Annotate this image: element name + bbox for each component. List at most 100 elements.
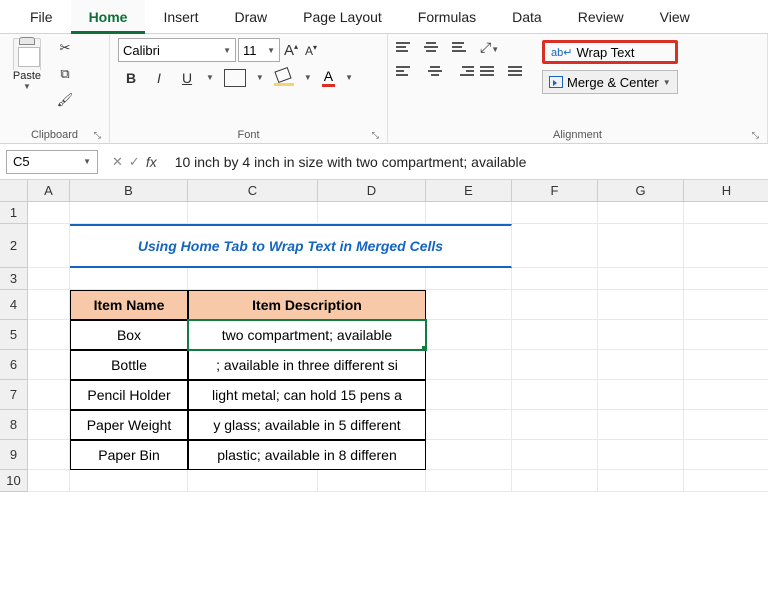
cell[interactable] bbox=[598, 224, 684, 268]
cell[interactable] bbox=[28, 320, 70, 350]
clipboard-launcher-icon[interactable]: ⤡ bbox=[94, 130, 101, 141]
row-header-10[interactable]: 10 bbox=[0, 470, 28, 492]
accept-formula-button[interactable]: ✓ bbox=[129, 154, 140, 170]
cell[interactable] bbox=[28, 470, 70, 492]
align-left-button[interactable] bbox=[396, 62, 418, 80]
merge-center-button[interactable]: Merge & Center ▼ bbox=[542, 70, 678, 94]
tab-page-layout[interactable]: Page Layout bbox=[285, 0, 400, 34]
cell[interactable] bbox=[512, 268, 598, 290]
column-header-G[interactable]: G bbox=[598, 180, 684, 202]
decrease-font-button[interactable]: A▾ bbox=[302, 43, 320, 58]
row-header-9[interactable]: 9 bbox=[0, 440, 28, 470]
cell[interactable] bbox=[426, 350, 512, 380]
tab-insert[interactable]: Insert bbox=[145, 0, 216, 34]
tab-view[interactable]: View bbox=[642, 0, 708, 34]
cancel-formula-button[interactable]: ✕ bbox=[112, 154, 123, 170]
table-cell-name[interactable]: Box bbox=[70, 320, 188, 350]
fill-color-button[interactable] bbox=[274, 70, 294, 86]
table-cell-desc[interactable]: plastic; available in 8 differen bbox=[188, 440, 426, 470]
cell[interactable] bbox=[598, 320, 684, 350]
merge-dropdown-icon[interactable]: ▼ bbox=[663, 78, 671, 87]
cell[interactable] bbox=[70, 470, 188, 492]
align-top-button[interactable] bbox=[396, 38, 418, 56]
copy-button[interactable]: ⧉ bbox=[54, 64, 76, 84]
wrap-text-button[interactable]: ab↵ Wrap Text bbox=[542, 40, 678, 64]
row-header-7[interactable]: 7 bbox=[0, 380, 28, 410]
cell[interactable] bbox=[598, 440, 684, 470]
column-header-F[interactable]: F bbox=[512, 180, 598, 202]
table-cell-name[interactable]: Bottle bbox=[70, 350, 188, 380]
row-header-8[interactable]: 8 bbox=[0, 410, 28, 440]
table-header-desc[interactable]: Item Description bbox=[188, 290, 426, 320]
bold-button[interactable]: B bbox=[122, 70, 140, 86]
cell[interactable] bbox=[426, 410, 512, 440]
cell[interactable] bbox=[28, 268, 70, 290]
font-color-dropdown-icon[interactable]: ▼ bbox=[345, 73, 353, 82]
cell[interactable] bbox=[28, 410, 70, 440]
table-title[interactable]: Using Home Tab to Wrap Text in Merged Ce… bbox=[70, 224, 512, 268]
cell[interactable] bbox=[684, 202, 768, 224]
row-header-5[interactable]: 5 bbox=[0, 320, 28, 350]
table-cell-desc[interactable]: two compartment; available bbox=[188, 320, 426, 350]
cell[interactable] bbox=[28, 380, 70, 410]
cell[interactable] bbox=[28, 350, 70, 380]
cell[interactable] bbox=[426, 470, 512, 492]
cell[interactable] bbox=[188, 470, 318, 492]
column-header-A[interactable]: A bbox=[28, 180, 70, 202]
cell[interactable] bbox=[28, 290, 70, 320]
cell[interactable] bbox=[426, 380, 512, 410]
cell[interactable] bbox=[512, 380, 598, 410]
cell[interactable] bbox=[426, 202, 512, 224]
cell[interactable] bbox=[426, 268, 512, 290]
cell[interactable] bbox=[684, 290, 768, 320]
column-header-B[interactable]: B bbox=[70, 180, 188, 202]
cell[interactable] bbox=[684, 380, 768, 410]
cell[interactable] bbox=[598, 202, 684, 224]
align-middle-button[interactable] bbox=[424, 38, 446, 56]
cell[interactable] bbox=[598, 380, 684, 410]
underline-dropdown-icon[interactable]: ▼ bbox=[206, 73, 214, 82]
decrease-indent-button[interactable] bbox=[480, 62, 502, 80]
cell[interactable] bbox=[318, 470, 426, 492]
tab-file[interactable]: File bbox=[12, 0, 71, 34]
cell[interactable] bbox=[426, 440, 512, 470]
row-header-2[interactable]: 2 bbox=[0, 224, 28, 268]
cell[interactable] bbox=[426, 290, 512, 320]
align-right-button[interactable] bbox=[452, 62, 474, 80]
cell[interactable] bbox=[684, 268, 768, 290]
cell[interactable] bbox=[598, 410, 684, 440]
cell[interactable] bbox=[28, 202, 70, 224]
borders-button[interactable] bbox=[224, 69, 246, 87]
tab-draw[interactable]: Draw bbox=[216, 0, 285, 34]
column-header-D[interactable]: D bbox=[318, 180, 426, 202]
tab-data[interactable]: Data bbox=[494, 0, 560, 34]
tab-review[interactable]: Review bbox=[560, 0, 642, 34]
cell[interactable] bbox=[512, 202, 598, 224]
cell[interactable] bbox=[598, 350, 684, 380]
fill-dropdown-icon[interactable]: ▼ bbox=[304, 73, 312, 82]
increase-indent-button[interactable] bbox=[508, 62, 530, 80]
row-header-1[interactable]: 1 bbox=[0, 202, 28, 224]
cell[interactable] bbox=[318, 268, 426, 290]
cell[interactable] bbox=[512, 224, 598, 268]
cell[interactable] bbox=[512, 350, 598, 380]
cell[interactable] bbox=[512, 440, 598, 470]
table-cell-name[interactable]: Paper Bin bbox=[70, 440, 188, 470]
table-cell-desc[interactable]: light metal; can hold 15 pens a bbox=[188, 380, 426, 410]
font-color-button[interactable]: A bbox=[322, 68, 335, 87]
cell[interactable] bbox=[598, 470, 684, 492]
cell[interactable] bbox=[684, 470, 768, 492]
cell[interactable] bbox=[70, 268, 188, 290]
table-header-name[interactable]: Item Name bbox=[70, 290, 188, 320]
select-all-corner[interactable] bbox=[0, 180, 28, 202]
column-header-H[interactable]: H bbox=[684, 180, 768, 202]
cell[interactable] bbox=[684, 350, 768, 380]
cell[interactable] bbox=[684, 320, 768, 350]
cell[interactable] bbox=[28, 224, 70, 268]
cell[interactable] bbox=[70, 202, 188, 224]
cell[interactable] bbox=[684, 224, 768, 268]
table-cell-name[interactable]: Paper Weight bbox=[70, 410, 188, 440]
orientation-button[interactable]: ⤢▼ bbox=[480, 39, 499, 56]
cut-button[interactable]: ✂ bbox=[54, 38, 76, 58]
chevron-down-icon[interactable]: ▼ bbox=[23, 82, 31, 91]
